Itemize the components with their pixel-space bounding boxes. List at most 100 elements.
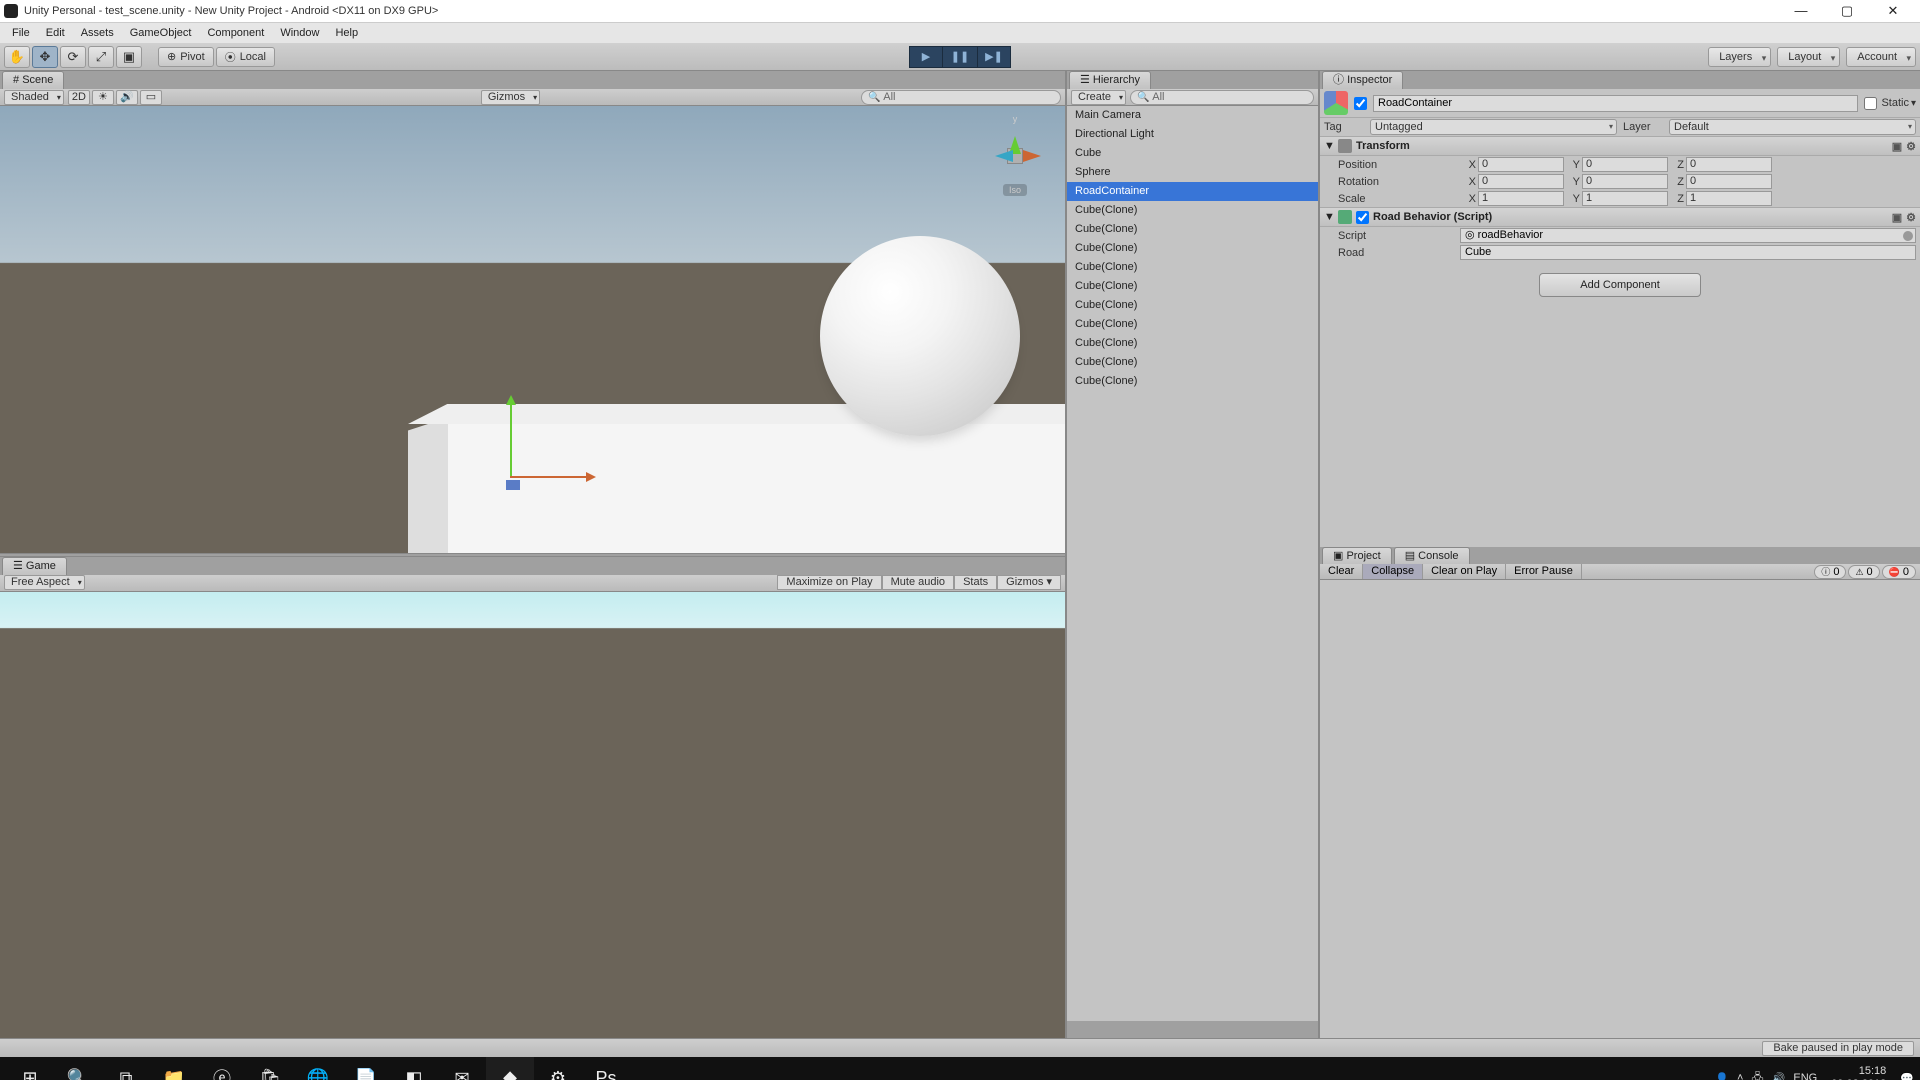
gameobject-enabled-checkbox[interactable] xyxy=(1354,97,1367,110)
word-taskbar-icon[interactable]: 📄 xyxy=(342,1057,390,1080)
mute-audio-toggle[interactable]: Mute audio xyxy=(882,575,954,590)
unity-taskbar-icon[interactable]: ◆ xyxy=(486,1057,534,1080)
rot-x-field[interactable]: 0 xyxy=(1478,174,1564,189)
pos-x-field[interactable]: 0 xyxy=(1478,157,1564,172)
hierarchy-list[interactable]: Main CameraDirectional LightCubeSphereRo… xyxy=(1067,106,1318,1021)
2d-toggle[interactable]: 2D xyxy=(68,90,90,105)
console-clear-on-play-toggle[interactable]: Clear on Play xyxy=(1423,564,1506,579)
scale-tool-button[interactable]: ⤢ xyxy=(88,46,114,68)
scene-viewport[interactable]: y Iso xyxy=(0,106,1065,553)
project-tab[interactable]: ▣ Project xyxy=(1322,547,1392,564)
app-taskbar-icon[interactable]: ⚙ xyxy=(534,1057,582,1080)
hierarchy-item[interactable]: Cube(Clone) xyxy=(1067,315,1318,334)
rotate-tool-button[interactable]: ⟳ xyxy=(60,46,86,68)
maximize-button[interactable]: ▢ xyxy=(1824,0,1870,23)
rot-y-field[interactable]: 0 xyxy=(1582,174,1668,189)
chrome-taskbar-icon[interactable]: 🌐 xyxy=(294,1057,342,1080)
mail-taskbar-icon[interactable]: ✉ xyxy=(438,1057,486,1080)
task-view-button[interactable]: ⧉ xyxy=(102,1057,150,1080)
menu-window[interactable]: Window xyxy=(272,23,327,43)
transform-help-icon[interactable]: ▣ xyxy=(1892,140,1902,153)
static-toggle[interactable]: Static ▾ xyxy=(1862,97,1916,110)
script-settings-icon[interactable]: ⚙ xyxy=(1906,211,1916,224)
console-error-pause-toggle[interactable]: Error Pause xyxy=(1506,564,1582,579)
move-tool-button[interactable]: ✥ xyxy=(32,46,58,68)
menu-edit[interactable]: Edit xyxy=(38,23,73,43)
warn-count-badge[interactable]: ⚠ 0 xyxy=(1848,565,1879,579)
transform-settings-icon[interactable]: ⚙ xyxy=(1906,140,1916,153)
layout-dropdown[interactable]: Layout xyxy=(1777,47,1840,67)
menu-help[interactable]: Help xyxy=(327,23,366,43)
hierarchy-item[interactable]: Cube(Clone) xyxy=(1067,239,1318,258)
store-taskbar-icon[interactable]: 🛍 xyxy=(246,1057,294,1080)
search-button[interactable]: 🔍 xyxy=(54,1057,102,1080)
hierarchy-item[interactable]: Cube(Clone) xyxy=(1067,201,1318,220)
audio-toggle[interactable]: 🔊 xyxy=(116,90,138,105)
people-icon[interactable]: 👤 xyxy=(1715,1072,1729,1080)
hierarchy-item[interactable]: Cube(Clone) xyxy=(1067,296,1318,315)
rect-tool-button[interactable]: ▣ xyxy=(116,46,142,68)
sublime-taskbar-icon[interactable]: ◧ xyxy=(390,1057,438,1080)
menu-component[interactable]: Component xyxy=(199,23,272,43)
lighting-toggle[interactable]: ☀ xyxy=(92,90,114,105)
menu-gameobject[interactable]: GameObject xyxy=(122,23,200,43)
menu-assets[interactable]: Assets xyxy=(73,23,122,43)
local-toggle[interactable]: ⦿ Local xyxy=(216,47,275,67)
console-clear-button[interactable]: Clear xyxy=(1320,564,1363,579)
close-button[interactable]: ✕ xyxy=(1870,0,1916,23)
error-count-badge[interactable]: ⛔ 0 xyxy=(1882,565,1916,579)
pos-y-field[interactable]: 0 xyxy=(1582,157,1668,172)
scale-x-field[interactable]: 1 xyxy=(1478,191,1564,206)
gameobject-name-field[interactable]: RoadContainer xyxy=(1373,95,1858,112)
rot-z-field[interactable]: 0 xyxy=(1686,174,1772,189)
game-viewport[interactable] xyxy=(0,592,1065,1039)
minimize-button[interactable]: — xyxy=(1778,0,1824,23)
game-gizmos-toggle[interactable]: Gizmos ▾ xyxy=(997,575,1061,590)
aspect-dropdown[interactable]: Free Aspect xyxy=(4,575,85,590)
info-count-badge[interactable]: ⓘ 0 xyxy=(1814,565,1846,579)
hierarchy-create-dropdown[interactable]: Create xyxy=(1071,90,1126,105)
clock[interactable]: 15:18 09.03.2018 xyxy=(1825,1065,1892,1080)
hierarchy-item[interactable]: Cube(Clone) xyxy=(1067,258,1318,277)
hierarchy-item[interactable]: Cube(Clone) xyxy=(1067,372,1318,391)
hierarchy-item[interactable]: Cube xyxy=(1067,144,1318,163)
edge-taskbar-icon[interactable]: ⓔ xyxy=(198,1057,246,1080)
system-tray[interactable]: 👤 ˄ 🖧 🔊 ENG 15:18 09.03.2018 💬 xyxy=(1715,1065,1914,1080)
gizmos-dropdown[interactable]: Gizmos xyxy=(481,90,540,105)
menu-file[interactable]: File xyxy=(4,23,38,43)
script-reference-field[interactable]: ◎ roadBehavior xyxy=(1460,228,1916,243)
maximize-on-play-toggle[interactable]: Maximize on Play xyxy=(777,575,881,590)
hierarchy-item[interactable]: Sphere xyxy=(1067,163,1318,182)
file-explorer-taskbar-icon[interactable]: 📁 xyxy=(150,1057,198,1080)
step-button[interactable]: ▶❚ xyxy=(977,46,1011,68)
game-tab[interactable]: ☰ Game xyxy=(2,557,67,575)
console-body[interactable] xyxy=(1320,580,1920,1038)
hierarchy-item[interactable]: Cube(Clone) xyxy=(1067,353,1318,372)
hand-tool-button[interactable]: ✋ xyxy=(4,46,30,68)
volume-icon[interactable]: 🔊 xyxy=(1772,1072,1786,1080)
scene-tab[interactable]: # Scene xyxy=(2,71,64,89)
tray-chevron-icon[interactable]: ˄ xyxy=(1737,1072,1743,1080)
script-help-icon[interactable]: ▣ xyxy=(1892,211,1902,224)
scene-search-input[interactable]: 🔍 All xyxy=(861,90,1061,105)
console-tab[interactable]: ▤ Console xyxy=(1394,547,1470,564)
hierarchy-tab[interactable]: ☰ Hierarchy xyxy=(1069,71,1151,89)
hierarchy-search-input[interactable]: 🔍 All xyxy=(1130,90,1314,105)
hierarchy-item[interactable]: Cube(Clone) xyxy=(1067,277,1318,296)
transform-component-header[interactable]: ▼ Transform ▣ ⚙ xyxy=(1320,136,1920,156)
script-enabled-checkbox[interactable] xyxy=(1356,211,1369,224)
hierarchy-item[interactable]: Cube(Clone) xyxy=(1067,220,1318,239)
pause-button[interactable]: ❚❚ xyxy=(943,46,977,68)
scale-z-field[interactable]: 1 xyxy=(1686,191,1772,206)
inspector-tab[interactable]: ⓘ Inspector xyxy=(1322,71,1403,89)
network-icon[interactable]: 🖧 xyxy=(1751,1069,1763,1080)
hierarchy-item[interactable]: RoadContainer xyxy=(1067,182,1318,201)
orientation-gizmo[interactable]: y Iso xyxy=(975,116,1055,196)
script-component-header[interactable]: ▼ Road Behavior (Script) ▣ ⚙ xyxy=(1320,207,1920,227)
scale-y-field[interactable]: 1 xyxy=(1582,191,1668,206)
account-dropdown[interactable]: Account xyxy=(1846,47,1916,67)
hierarchy-item[interactable]: Main Camera xyxy=(1067,106,1318,125)
language-indicator[interactable]: ENG xyxy=(1793,1072,1817,1080)
tag-dropdown[interactable]: Untagged xyxy=(1370,119,1617,135)
add-component-button[interactable]: Add Component xyxy=(1539,273,1701,297)
